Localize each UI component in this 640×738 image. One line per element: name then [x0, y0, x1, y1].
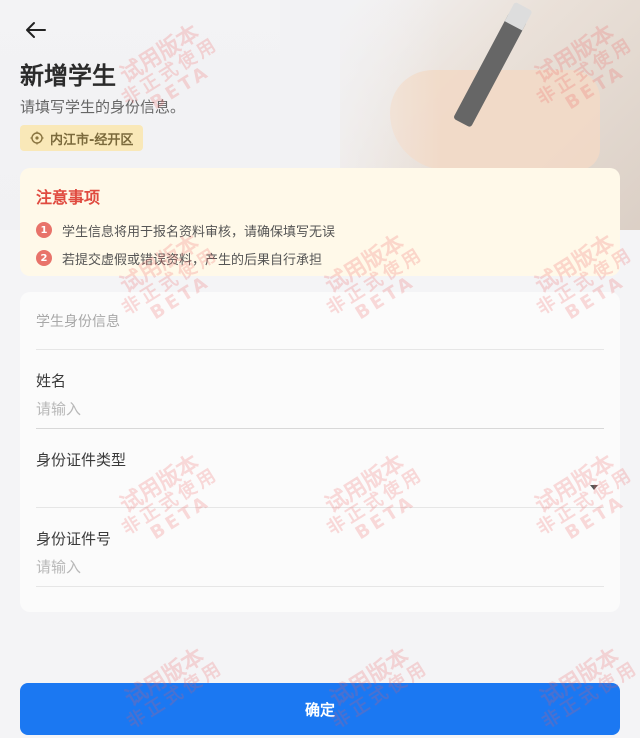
notice-text: 学生信息将用于报名资料审核，请确保填写无误	[62, 224, 336, 240]
name-input[interactable]	[36, 396, 604, 422]
id-type-label: 身份证件类型	[36, 451, 127, 469]
back-button[interactable]	[20, 14, 52, 46]
caret-down-icon	[590, 485, 598, 490]
notice-title: 注意事项	[36, 188, 101, 207]
notice-card: 注意事项 1 学生信息将用于报名资料审核，请确保填写无误 2 若提交虚假或错误资…	[20, 168, 620, 276]
section-title: 学生身份信息	[36, 292, 604, 350]
number-badge: 2	[36, 250, 52, 266]
id-number-field: 身份证件号	[36, 508, 604, 587]
page-title: 新增学生	[20, 62, 116, 90]
confirm-button[interactable]: 确定	[20, 683, 620, 735]
location-label: 内江市-经开区	[50, 132, 134, 148]
name-label: 姓名	[36, 372, 67, 390]
location-tag: 内江市-经开区	[20, 125, 144, 151]
notice-text: 若提交虚假或错误资料，产生的后果自行承担	[62, 252, 323, 268]
number-badge: 1	[36, 222, 52, 238]
student-form: 学生身份信息 姓名 身份证件类型 身份证件号	[20, 292, 620, 612]
page-subtitle: 请填写学生的身份信息。	[20, 98, 186, 116]
notice-item: 1 学生信息将用于报名资料审核，请确保填写无误	[36, 218, 604, 242]
id-number-input[interactable]	[36, 554, 604, 580]
id-type-field: 身份证件类型	[36, 429, 604, 508]
arrow-left-icon	[26, 22, 46, 38]
notice-item: 2 若提交虚假或错误资料，产生的后果自行承担	[36, 246, 604, 270]
name-field: 姓名	[36, 350, 604, 429]
id-number-label: 身份证件号	[36, 530, 112, 548]
id-type-select[interactable]	[36, 475, 604, 501]
location-target-icon	[30, 131, 44, 145]
